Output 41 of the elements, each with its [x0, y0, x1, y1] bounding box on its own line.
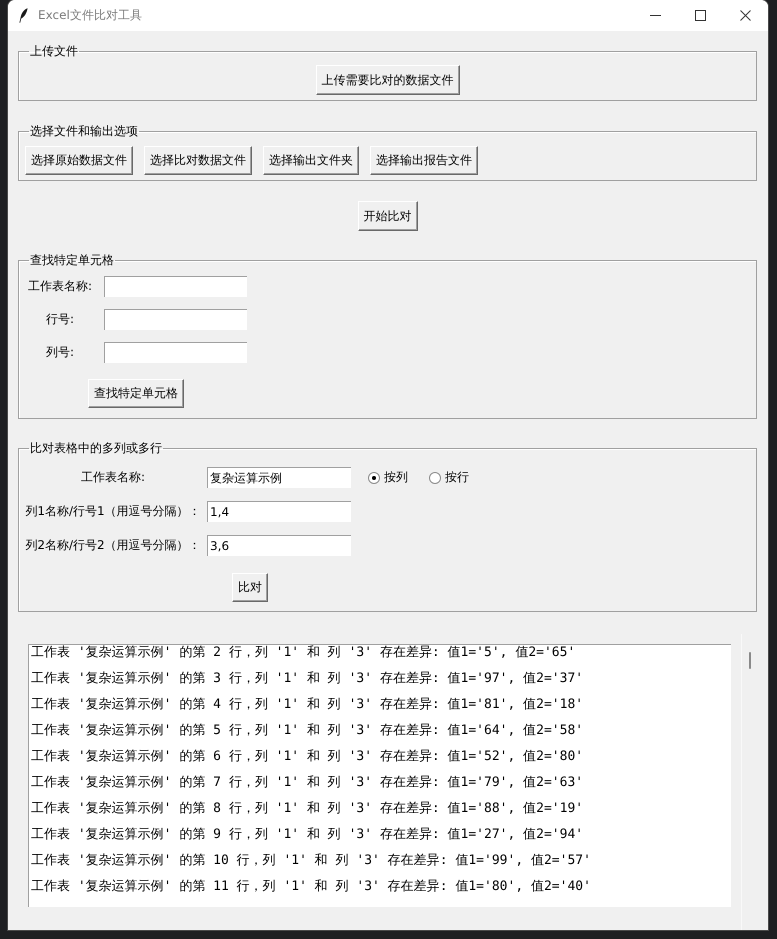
scrollbar-thumb[interactable]: [748, 652, 750, 669]
upload-button[interactable]: 上传需要比对的数据文件: [316, 65, 460, 95]
log-line: 工作表 '复杂运算示例' 的第 11 行，列 '1' 和 列 '3' 存在差异: 值1='80', 值2='40': [31, 879, 591, 894]
log-line: 工作表 '复杂运算示例' 的第 2 行，列 '1' 和 列 '3' 存在差异: 值1='5', 值2='65': [31, 645, 576, 660]
select-file-button[interactable]: 选择比对数据文件: [144, 146, 252, 175]
group-title: 选择文件和输出选项: [29, 124, 139, 138]
group-title: 查找特定单元格: [29, 253, 115, 267]
maximize-icon: [695, 10, 706, 21]
log-line: 工作表 '复杂运算示例' 的第 7 行，列 '1' 和 列 '3' 存在差异: 值1='79', 值2='63': [31, 775, 584, 790]
input-field[interactable]: 复杂运算示例: [207, 467, 351, 488]
group-title: 上传文件: [29, 44, 79, 58]
select-file-button[interactable]: 选择原始数据文件: [25, 146, 133, 175]
radio-option[interactable]: 按列: [368, 469, 408, 486]
log-line: 工作表 '复杂运算示例' 的第 10 行，列 '1' 和 列 '3' 存在差异: 值1='99', 值2='57': [31, 853, 591, 868]
input-field[interactable]: 1,4: [207, 501, 351, 522]
log-line: 工作表 '复杂运算示例' 的第 5 行，列 '1' 和 列 '3' 存在差异: 值1='64', 值2='58': [31, 723, 584, 738]
input-field[interactable]: [104, 276, 247, 297]
close-icon: [740, 10, 751, 21]
field-label: 列号:: [46, 344, 74, 361]
window-title: Excel文件比对工具: [38, 7, 142, 24]
select-file-button[interactable]: 选择输出文件夹: [263, 146, 359, 175]
log-line: 工作表 '复杂运算示例' 的第 3 行，列 '1' 和 列 '3' 存在差异: 值1='97', 值2='37': [31, 671, 584, 686]
input-field[interactable]: [104, 342, 247, 363]
input-field[interactable]: 3,6: [207, 535, 351, 556]
field-label: 工作表名称:: [28, 278, 92, 295]
feather-icon: [19, 8, 28, 23]
field-label: 行号:: [46, 311, 74, 328]
field-label: 列1名称/行号1（用逗号分隔）：: [25, 503, 201, 520]
find-cell-button[interactable]: 查找特定单元格: [88, 379, 184, 408]
log-line: 工作表 '复杂运算示例' 的第 9 行，列 '1' 和 列 '3' 存在差异: 值1='27', 值2='94': [31, 827, 584, 842]
field-label: 列2名称/行号2（用逗号分隔）：: [25, 537, 201, 554]
compare-button[interactable]: 比对: [232, 573, 268, 602]
select-file-button[interactable]: 选择输出报告文件: [370, 146, 478, 175]
log-line: 工作表 '复杂运算示例' 的第 8 行，列 '1' 和 列 '3' 存在差异: 值1='88', 值2='19': [31, 801, 584, 816]
radio-option[interactable]: 按行: [429, 469, 469, 486]
log-line: 工作表 '复杂运算示例' 的第 4 行，列 '1' 和 列 '3' 存在差异: 值1='81', 值2='18': [31, 697, 584, 712]
start-compare-button[interactable]: 开始比对: [358, 201, 418, 231]
log-line: 工作表 '复杂运算示例' 的第 6 行，列 '1' 和 列 '3' 存在差异: 值1='52', 值2='80': [31, 749, 584, 764]
input-field[interactable]: [104, 309, 247, 330]
group-title: 比对表格中的多列或多行: [29, 441, 163, 455]
field-label: 工作表名称:: [80, 469, 146, 486]
